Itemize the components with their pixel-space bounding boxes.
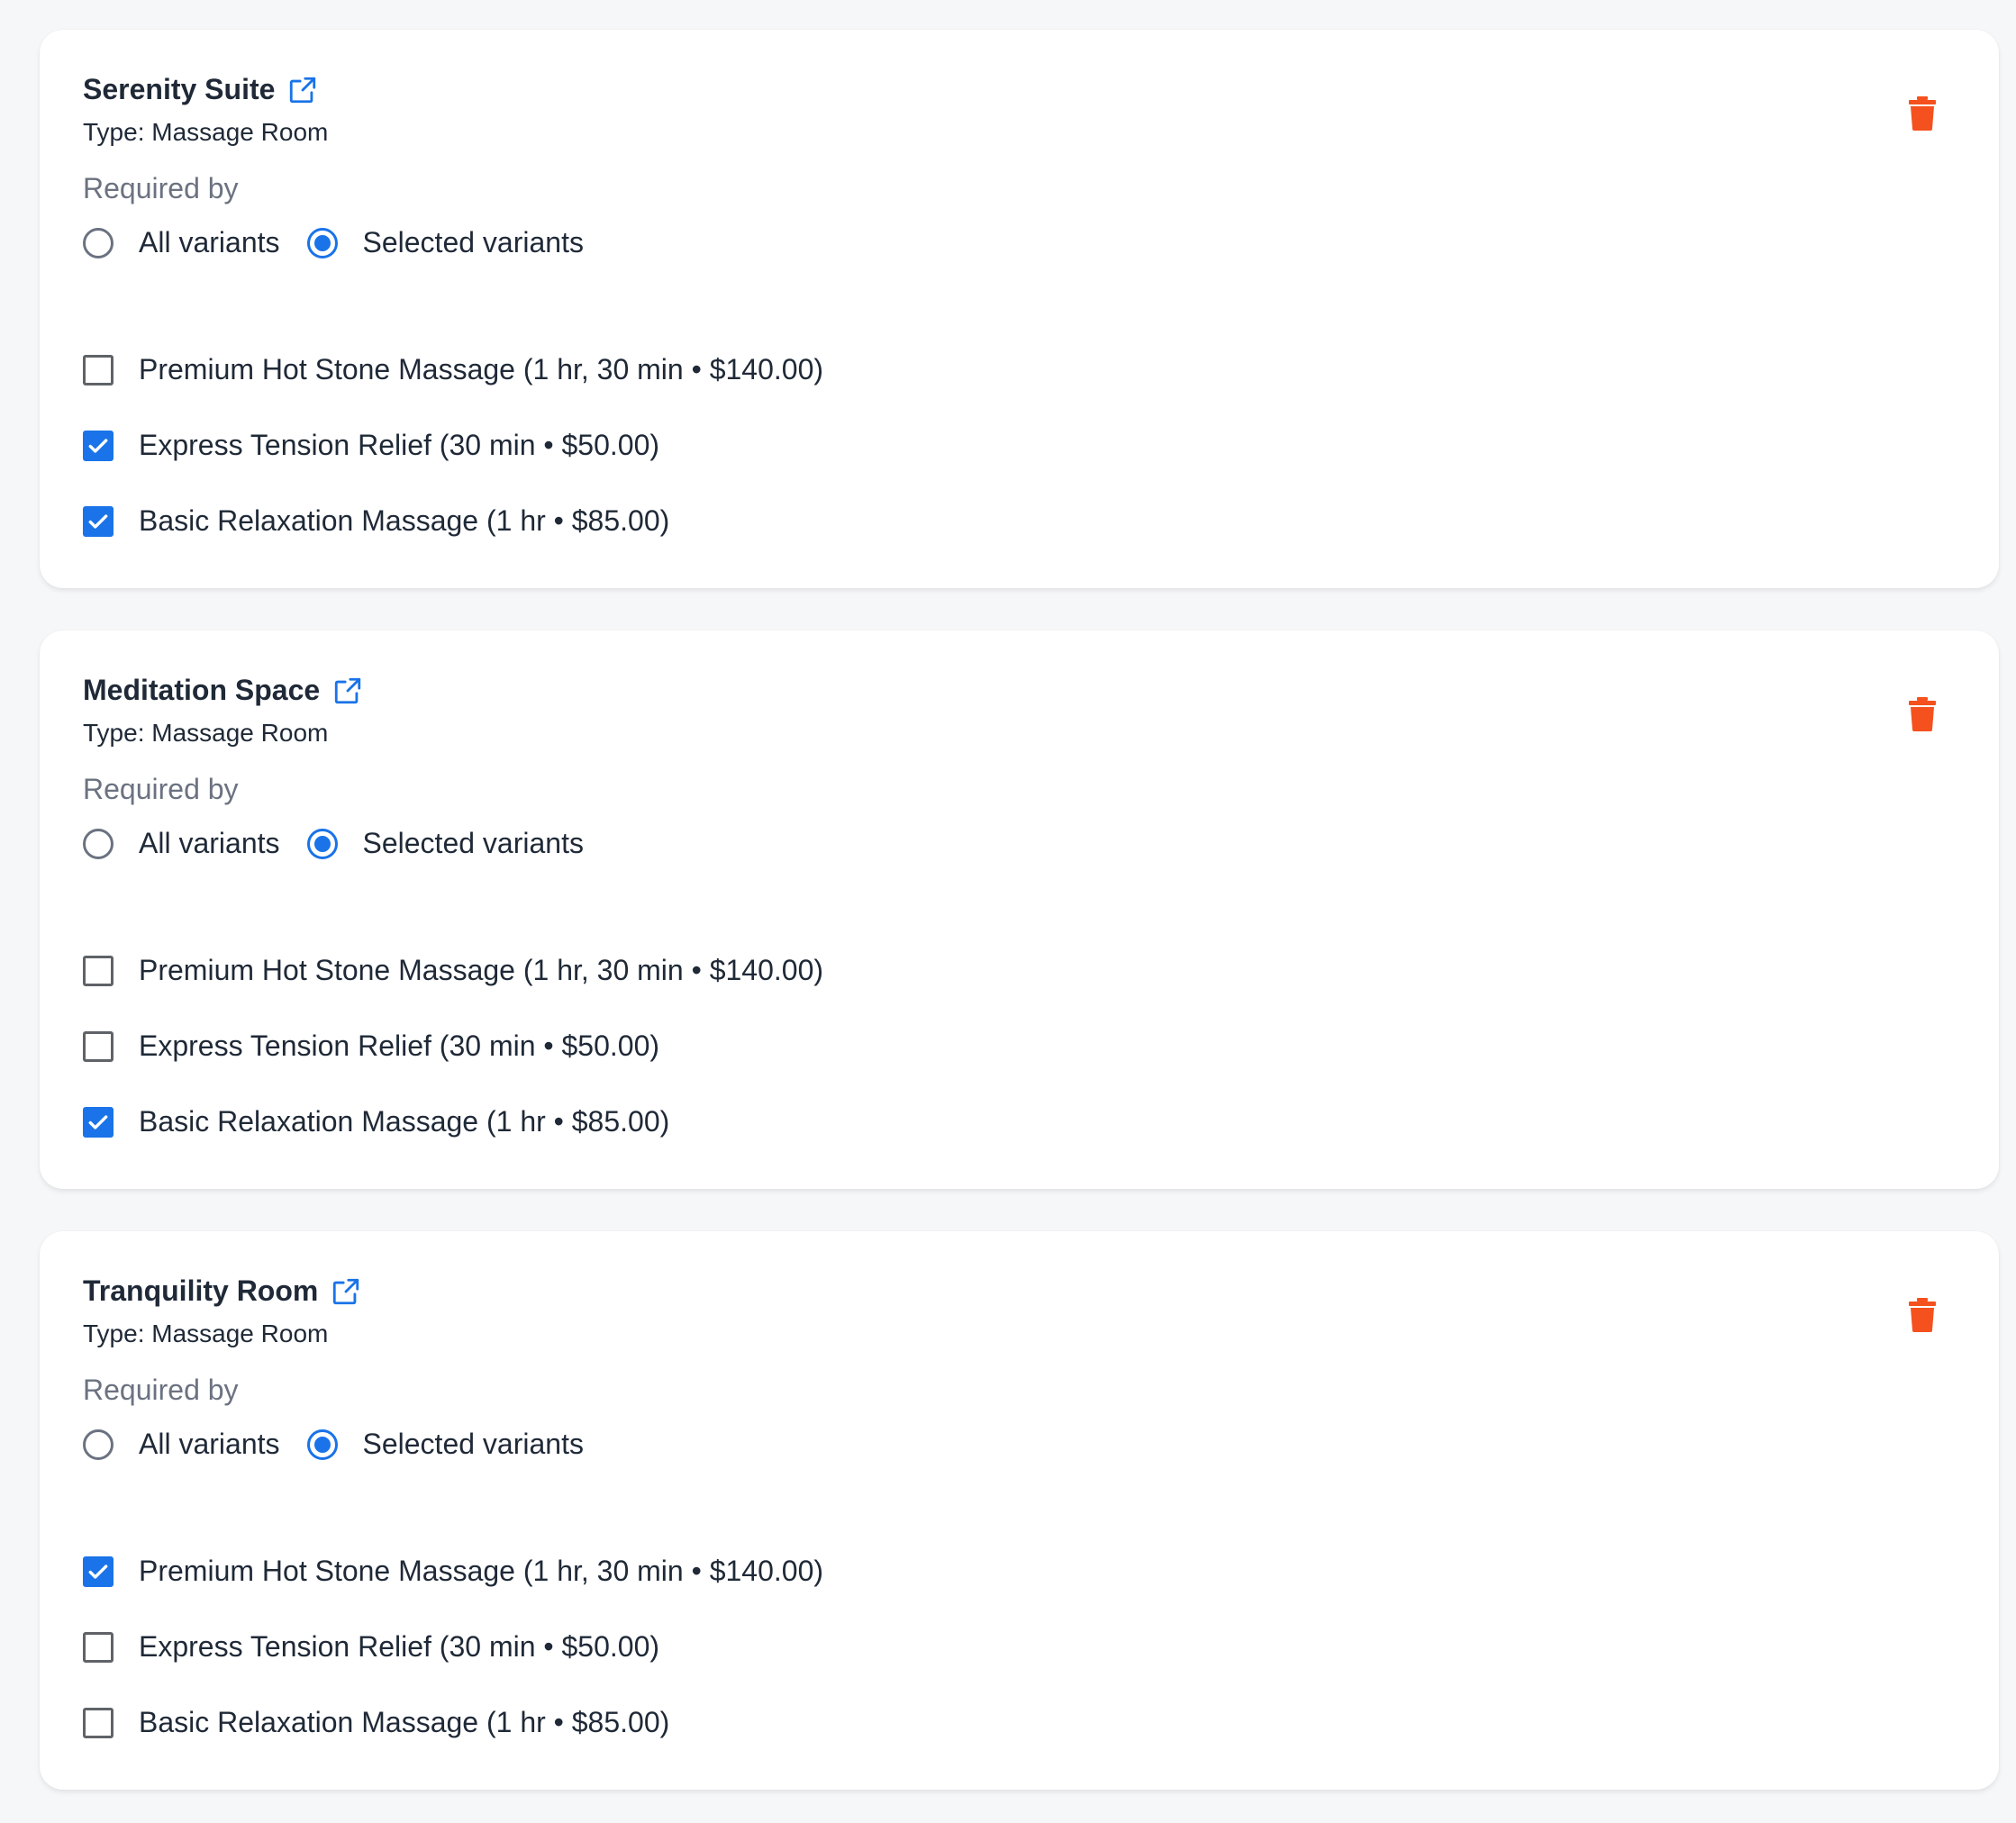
check-icon [88,1564,108,1579]
resource-header: Serenity Suite [83,73,318,106]
required-by-label: Required by [83,773,239,805]
radio-button[interactable] [83,227,114,258]
variant-option[interactable]: Express Tension Relief (30 min • $50.00) [83,1630,659,1664]
variant-label: Express Tension Relief (30 min • $50.00) [139,1029,660,1062]
resource-type: Type: Massage Room [83,719,329,747]
resource-title: Serenity Suite [83,73,276,105]
variant-checkbox[interactable] [83,505,114,537]
required-by-label: Required by [83,172,239,204]
required-by-radio-group: All variants Selected variants [83,827,611,860]
radio-button[interactable] [306,828,338,859]
resource-title: Meditation Space [83,674,321,706]
variant-option[interactable]: Premium Hot Stone Massage (1 hr, 30 min … [83,353,823,386]
radio-button[interactable] [83,828,114,859]
radio-button[interactable] [306,1428,338,1460]
variant-option[interactable]: Premium Hot Stone Massage (1 hr, 30 min … [83,1555,823,1588]
variant-label: Premium Hot Stone Massage (1 hr, 30 min … [139,353,824,385]
variant-checkbox[interactable] [83,1106,114,1138]
variant-option[interactable]: Premium Hot Stone Massage (1 hr, 30 min … [83,954,823,987]
variant-checkbox[interactable] [83,1555,114,1587]
variant-checkbox[interactable] [83,354,114,385]
variant-option[interactable]: Basic Relaxation Massage (1 hr • $85.00) [83,1105,669,1138]
radio-selected-variants[interactable]: Selected variants [306,827,584,860]
radio-label: All variants [139,226,280,258]
radio-button[interactable] [306,227,338,258]
variant-label: Basic Relaxation Massage (1 hr • $85.00) [139,1105,670,1138]
variant-label: Basic Relaxation Massage (1 hr • $85.00) [139,1706,670,1738]
resource-header: Meditation Space [83,674,363,707]
radio-label: All variants [139,827,280,859]
variant-checkbox[interactable] [83,1631,114,1663]
external-link-icon[interactable] [331,1276,361,1307]
variant-label: Express Tension Relief (30 min • $50.00) [139,429,660,461]
variant-checkbox[interactable] [83,1030,114,1062]
resource-header: Tranquility Room [83,1274,361,1308]
variant-option[interactable]: Express Tension Relief (30 min • $50.00) [83,429,659,462]
variant-option[interactable]: Express Tension Relief (30 min • $50.00) [83,1029,659,1063]
resource-type: Type: Massage Room [83,118,329,146]
variant-checkbox[interactable] [83,955,114,986]
variant-option[interactable]: Basic Relaxation Massage (1 hr • $85.00) [83,1706,669,1739]
resource-title: Tranquility Room [83,1274,319,1307]
radio-all-variants[interactable]: All variants [83,226,280,259]
check-icon [88,1114,108,1129]
radio-label: Selected variants [362,226,584,258]
trash-icon[interactable] [1909,697,1936,731]
variant-label: Basic Relaxation Massage (1 hr • $85.00) [139,504,670,537]
radio-all-variants[interactable]: All variants [83,1428,280,1461]
radio-selected-variants[interactable]: Selected variants [306,1428,584,1461]
variant-label: Premium Hot Stone Massage (1 hr, 30 min … [139,1555,824,1587]
required-by-label: Required by [83,1374,239,1406]
radio-label: Selected variants [362,827,584,859]
radio-button[interactable] [83,1428,114,1460]
check-icon [88,438,108,453]
resource-type: Type: Massage Room [83,1320,329,1347]
resource-card: Meditation Space Type: Massage Room Requ… [40,630,1999,1189]
variant-checkbox[interactable] [83,430,114,461]
variant-option[interactable]: Basic Relaxation Massage (1 hr • $85.00) [83,504,669,538]
check-icon [88,513,108,529]
trash-icon[interactable] [1909,96,1936,131]
radio-label: All variants [139,1428,280,1460]
required-by-radio-group: All variants Selected variants [83,226,611,259]
resource-card: Tranquility Room Type: Massage Room Requ… [40,1231,1999,1790]
trash-icon[interactable] [1909,1298,1936,1332]
resource-list: Serenity Suite Type: Massage Room Requir… [0,0,2016,1823]
required-by-radio-group: All variants Selected variants [83,1428,611,1461]
variant-label: Premium Hot Stone Massage (1 hr, 30 min … [139,954,824,986]
external-link-icon[interactable] [287,75,318,105]
resource-card: Serenity Suite Type: Massage Room Requir… [40,30,1999,588]
radio-all-variants[interactable]: All variants [83,827,280,860]
variant-checkbox[interactable] [83,1707,114,1738]
radio-label: Selected variants [362,1428,584,1460]
variant-label: Express Tension Relief (30 min • $50.00) [139,1630,660,1663]
external-link-icon[interactable] [332,676,363,706]
radio-selected-variants[interactable]: Selected variants [306,226,584,259]
